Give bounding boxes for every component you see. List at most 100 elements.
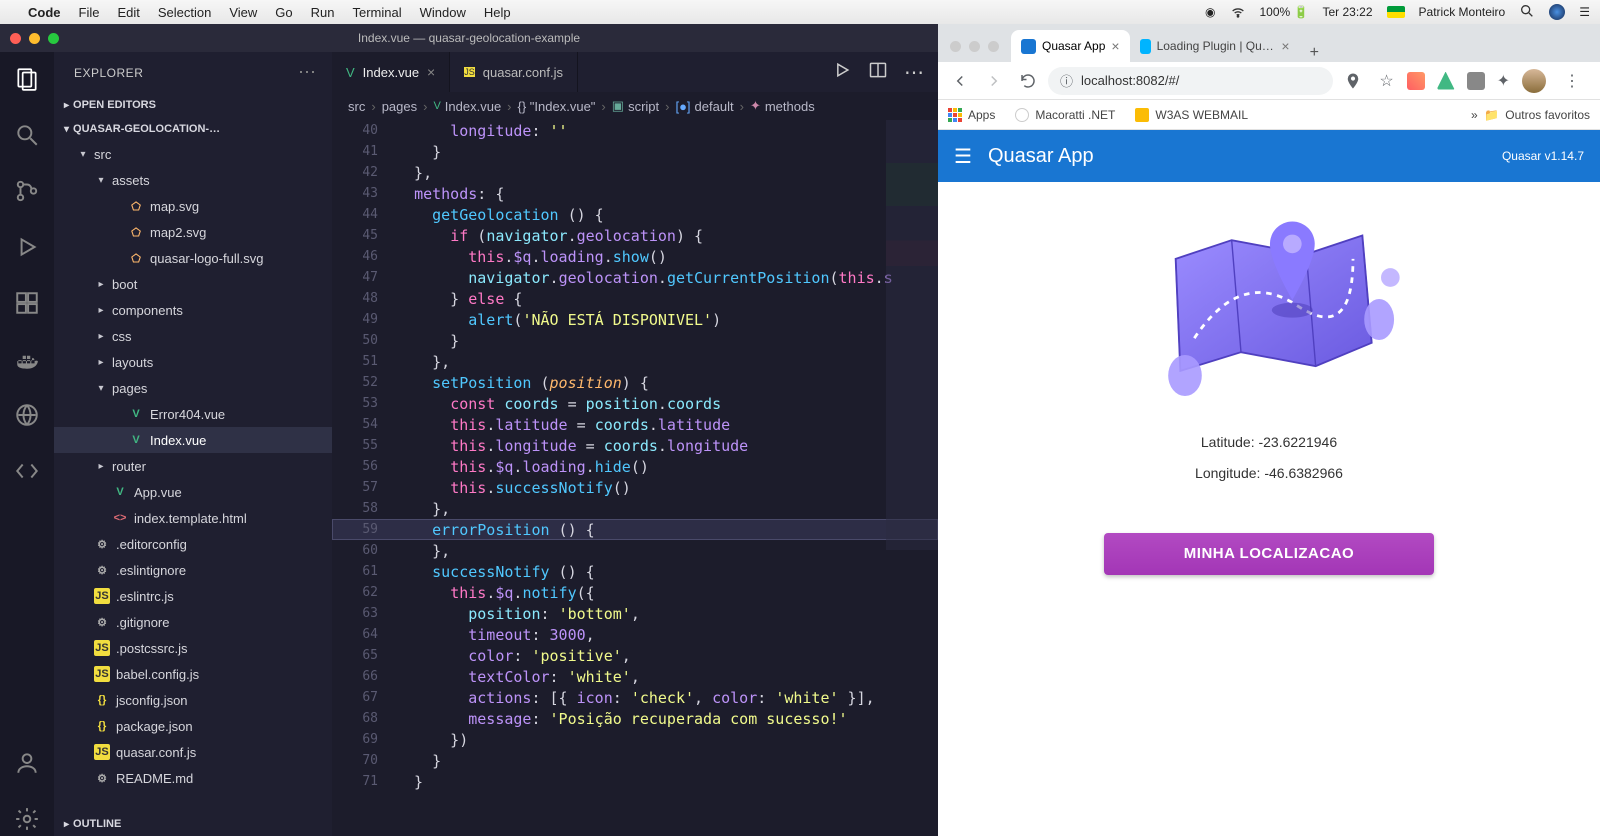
misc-activity[interactable] — [10, 454, 44, 488]
code-line-47[interactable]: 47 navigator.geolocation.getCurrentPosit… — [332, 267, 938, 288]
code-line-59[interactable]: 59 errorPosition () {💡 — [332, 519, 938, 540]
close-tab-icon[interactable]: × — [1111, 38, 1119, 54]
bookmark-star-icon[interactable]: ☆ — [1373, 67, 1401, 95]
flag-icon[interactable] — [1387, 6, 1405, 18]
file-babel.config.js[interactable]: JSbabel.config.js — [54, 661, 332, 687]
code-line-66[interactable]: 66 textColor: 'white', — [332, 666, 938, 687]
extension-icon[interactable] — [1407, 72, 1425, 90]
code-line-68[interactable]: 68 message: 'Posição recuperada com suce… — [332, 708, 938, 729]
editor-tab-Index.vue[interactable]: VIndex.vue× — [332, 52, 450, 92]
folder-router[interactable]: ▸router — [54, 453, 332, 479]
folder-boot[interactable]: ▸boot — [54, 271, 332, 297]
folder-pages[interactable]: ▾pages — [54, 375, 332, 401]
breadcrumbs[interactable]: src›pages›VIndex.vue›{} "Index.vue"›▣ sc… — [332, 92, 938, 120]
search-activity[interactable] — [10, 118, 44, 152]
bookmark-overflow[interactable]: » 📁 Outros favoritos — [1471, 108, 1590, 122]
code-line-45[interactable]: 45 if (navigator.geolocation) { — [332, 225, 938, 246]
code-line-53[interactable]: 53 const coords = position.coords — [332, 393, 938, 414]
code-line-60[interactable]: 60 }, — [332, 540, 938, 561]
file-jsconfig.json[interactable]: {}jsconfig.json — [54, 687, 332, 713]
minimize-window-button[interactable] — [29, 33, 40, 44]
code-line-67[interactable]: 67 actions: [{ icon: 'check', color: 'wh… — [332, 687, 938, 708]
menu-window[interactable]: Window — [420, 5, 466, 20]
file-Error404.vue[interactable]: VError404.vue — [54, 401, 332, 427]
extension-icon[interactable] — [1467, 72, 1485, 90]
profile-avatar[interactable] — [1522, 69, 1546, 93]
browser-tab-active[interactable]: Quasar App × — [1011, 30, 1130, 62]
breadcrumb-item[interactable]: pages — [382, 99, 417, 114]
battery-status[interactable]: 100% 🔋 — [1260, 5, 1309, 19]
file-.eslintrc.js[interactable]: JS.eslintrc.js — [54, 583, 332, 609]
split-editor-icon[interactable] — [868, 60, 888, 85]
code-editor[interactable]: 40 longitude: ''41 }42 },43 methods: {44… — [332, 120, 938, 836]
remote-activity[interactable] — [10, 398, 44, 432]
explorer-activity[interactable] — [10, 62, 44, 96]
code-line-71[interactable]: 71 } — [332, 771, 938, 792]
code-line-51[interactable]: 51 }, — [332, 351, 938, 372]
file-README.md[interactable]: ⚙README.md — [54, 765, 332, 791]
code-line-61[interactable]: 61 successNotify () { — [332, 561, 938, 582]
drawer-menu-icon[interactable]: ☰ — [954, 144, 972, 169]
browser-minimize-button[interactable] — [969, 41, 980, 52]
file-Index.vue[interactable]: VIndex.vue — [54, 427, 332, 453]
outline-section[interactable]: ▸OUTLINE — [54, 812, 332, 836]
menu-edit[interactable]: Edit — [117, 5, 139, 20]
close-tab-icon[interactable]: × — [1281, 38, 1289, 54]
file-index.template.html[interactable]: <>index.template.html — [54, 505, 332, 531]
spotlight-icon[interactable] — [1519, 3, 1535, 22]
file-map.svg[interactable]: ⬠map.svg — [54, 193, 332, 219]
file-.eslintignore[interactable]: ⚙.eslintignore — [54, 557, 332, 583]
breadcrumb-item[interactable]: {} "Index.vue" — [518, 99, 596, 114]
breadcrumb-item[interactable]: [●] default — [675, 99, 733, 114]
menu-file[interactable]: File — [79, 5, 100, 20]
extensions-puzzle-icon[interactable]: ✦ — [1497, 71, 1510, 91]
editor-more-icon[interactable]: ⋯ — [904, 60, 924, 85]
editor-tab-quasar.conf.js[interactable]: JSquasar.conf.js — [450, 52, 578, 92]
file-map2.svg[interactable]: ⬠map2.svg — [54, 219, 332, 245]
close-tab-icon[interactable]: × — [427, 64, 435, 80]
code-line-49[interactable]: 49 alert('NÃO ESTÁ DISPONIVEL') — [332, 309, 938, 330]
menu-terminal[interactable]: Terminal — [353, 5, 402, 20]
close-window-button[interactable] — [10, 33, 21, 44]
forward-button[interactable] — [980, 67, 1008, 95]
run-debug-activity[interactable] — [10, 230, 44, 264]
file-quasar-logo-full.svg[interactable]: ⬠quasar-logo-full.svg — [54, 245, 332, 271]
code-line-64[interactable]: 64 timeout: 3000, — [332, 624, 938, 645]
menu-run[interactable]: Run — [311, 5, 335, 20]
code-line-50[interactable]: 50 } — [332, 330, 938, 351]
folder-assets[interactable]: ▾assets — [54, 167, 332, 193]
location-permission-icon[interactable] — [1339, 67, 1367, 95]
explorer-more-icon[interactable]: ⋯ — [298, 62, 318, 83]
code-line-44[interactable]: 44 getGeolocation () { — [332, 204, 938, 225]
source-control-activity[interactable] — [10, 174, 44, 208]
menubar-app-name[interactable]: Code — [28, 5, 61, 20]
file-.gitignore[interactable]: ⚙.gitignore — [54, 609, 332, 635]
bookmark-item[interactable]: Macoratti .NET — [1015, 108, 1115, 122]
folder-components[interactable]: ▸components — [54, 297, 332, 323]
code-line-40[interactable]: 40 longitude: '' — [332, 120, 938, 141]
extensions-activity[interactable] — [10, 286, 44, 320]
site-info-icon[interactable]: ⓘ — [1060, 71, 1073, 90]
obs-icon[interactable]: ◉ — [1205, 5, 1215, 19]
file-quasar.conf.js[interactable]: JSquasar.conf.js — [54, 739, 332, 765]
project-section[interactable]: ▾QUASAR-GEOLOCATION-… — [54, 117, 332, 141]
code-line-46[interactable]: 46 this.$q.loading.show() — [332, 246, 938, 267]
code-line-43[interactable]: 43 methods: { — [332, 183, 938, 204]
new-tab-button[interactable]: + — [1300, 44, 1329, 62]
code-line-70[interactable]: 70 } — [332, 750, 938, 771]
browser-tab-inactive[interactable]: Loading Plugin | Quasar Fra… × — [1130, 30, 1300, 62]
file-.postcssrc.js[interactable]: JS.postcssrc.js — [54, 635, 332, 661]
code-line-57[interactable]: 57 this.successNotify() — [332, 477, 938, 498]
vue-devtools-icon[interactable] — [1437, 72, 1455, 90]
code-line-69[interactable]: 69 }) — [332, 729, 938, 750]
wifi-icon[interactable] — [1230, 3, 1246, 22]
breadcrumb-item[interactable]: src — [348, 99, 365, 114]
code-line-42[interactable]: 42 }, — [332, 162, 938, 183]
menubar-user[interactable]: Patrick Monteiro — [1419, 5, 1506, 19]
bookmark-item[interactable]: W3AS WEBMAIL — [1135, 108, 1248, 122]
browser-zoom-button[interactable] — [988, 41, 999, 52]
siri-icon[interactable] — [1549, 4, 1565, 20]
breadcrumb-item[interactable]: ✦ methods — [750, 98, 815, 114]
folder-css[interactable]: ▸css — [54, 323, 332, 349]
file-.editorconfig[interactable]: ⚙.editorconfig — [54, 531, 332, 557]
